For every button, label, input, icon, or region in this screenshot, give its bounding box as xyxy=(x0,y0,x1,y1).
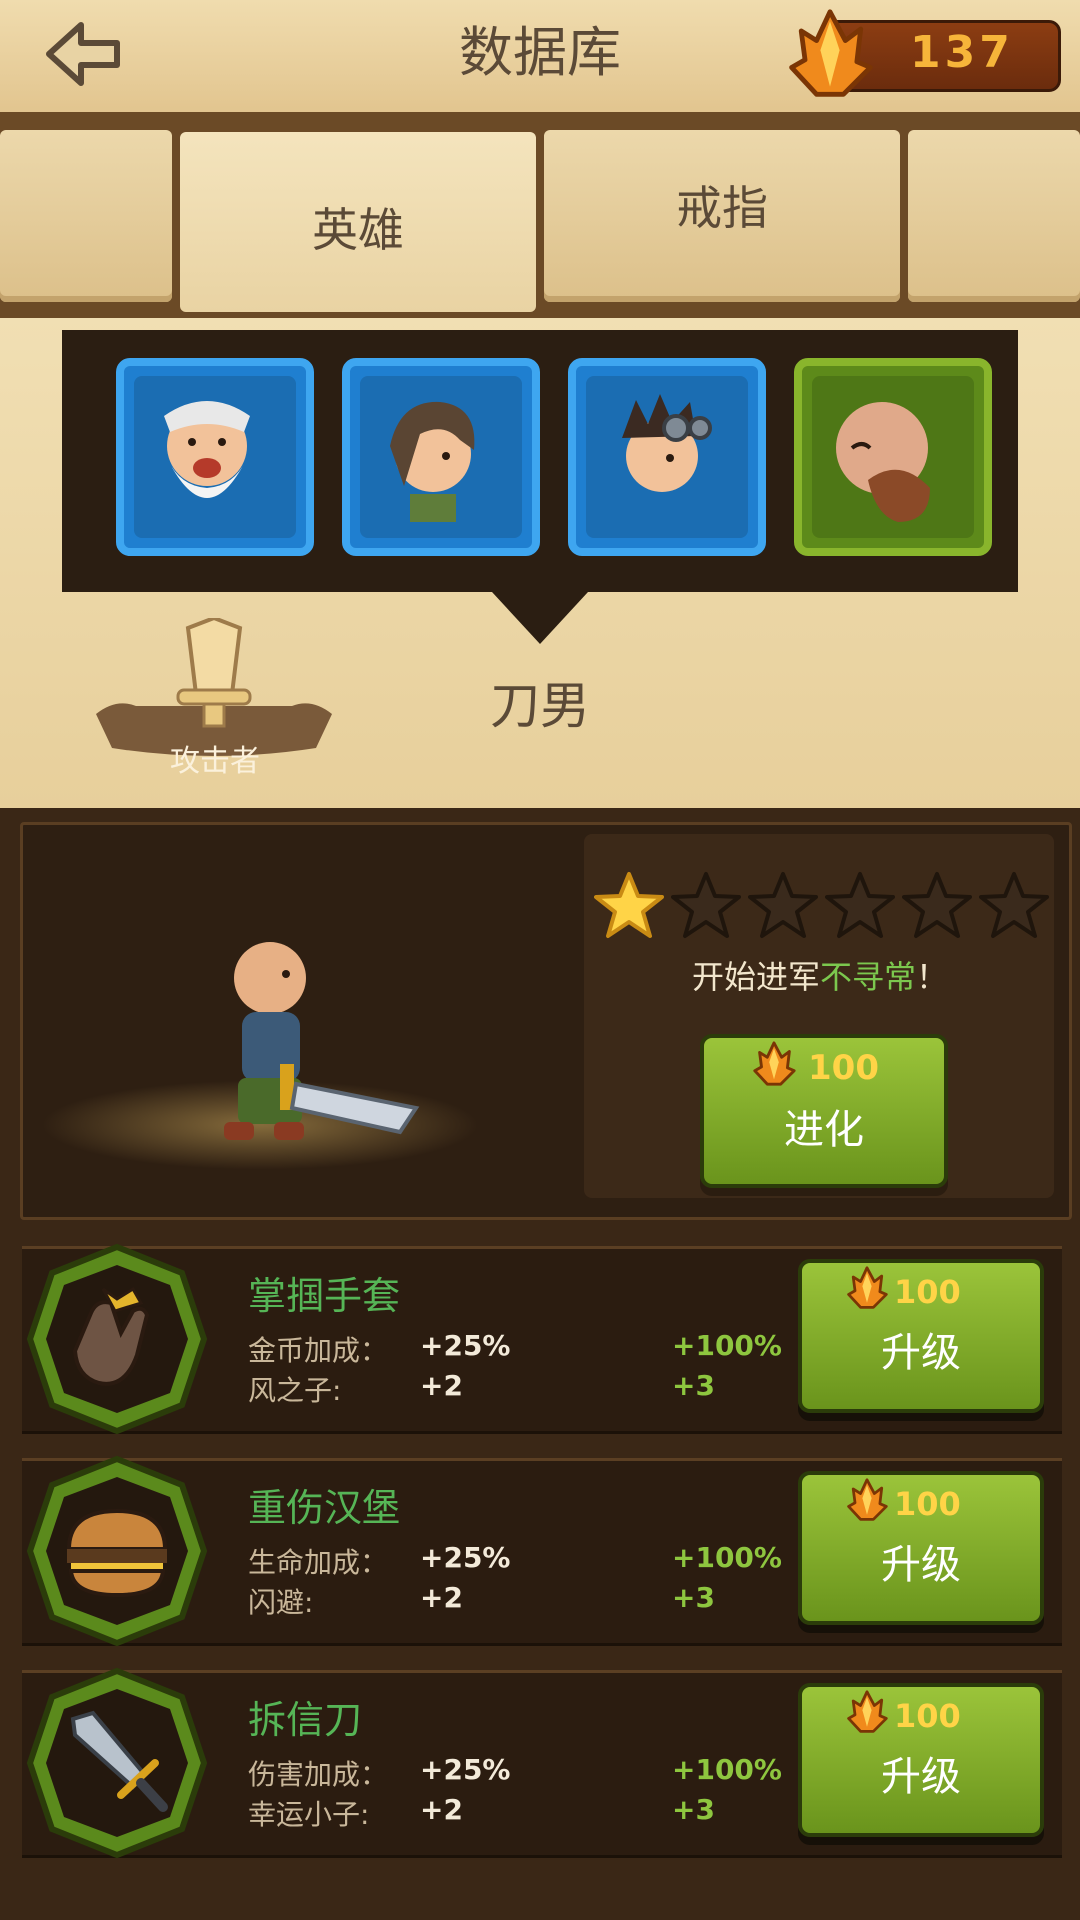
tab-bar: 英雄 戒指 xyxy=(0,120,1080,318)
item-icon-frame xyxy=(26,1455,208,1647)
stat-current-value: +2 xyxy=(420,1369,463,1402)
stat-next-value: +100% xyxy=(672,1753,782,1786)
stat-current-value: +25% xyxy=(420,1329,511,1362)
item-row: 掌掴手套金币加成： +25% +100% 风之子: +2 +3 100 升级 xyxy=(22,1243,1062,1435)
stat-label: 风之子: xyxy=(248,1374,342,1407)
item-row: 重伤汉堡生命加成： +25% +100% 闪避: +2 +3 100 升级 xyxy=(22,1455,1062,1647)
stat-label: 生命加成： xyxy=(248,1546,389,1579)
hero-portrait-strip[interactable] xyxy=(62,330,1018,592)
stat-current-value: +2 xyxy=(420,1793,463,1826)
upgrade-cost: 100 xyxy=(894,1485,961,1523)
crystal-icon xyxy=(847,1478,888,1521)
evolve-button-label: 进化 xyxy=(784,1107,864,1153)
crystal-icon xyxy=(753,1041,796,1086)
crystal-icon xyxy=(847,1690,888,1733)
stat-label: 金币加成： xyxy=(248,1334,389,1367)
tab-prev[interactable] xyxy=(0,130,172,302)
upgrade-button-label: 升级 xyxy=(881,1754,961,1800)
role-label: 攻击者 xyxy=(170,744,260,779)
upgrade-button-label: 升级 xyxy=(881,1330,961,1376)
star-filled-icon xyxy=(594,872,664,938)
stat-label: 伤害加成： xyxy=(248,1758,389,1791)
stat-next-value: +100% xyxy=(672,1541,782,1574)
tab-rings-label: 戒指 xyxy=(676,181,768,235)
stat-current-value: +2 xyxy=(420,1581,463,1614)
star-empty-icon xyxy=(979,872,1049,938)
item-icon-frame xyxy=(26,1243,208,1435)
tab-next[interactable] xyxy=(908,130,1080,302)
hero-name: 刀男 xyxy=(490,677,590,735)
page-title: 数据库 xyxy=(459,21,621,84)
stat-next-value: +3 xyxy=(672,1793,715,1826)
star-empty-icon xyxy=(748,872,818,938)
burger-icon xyxy=(66,1508,168,1598)
stat-current-value: +25% xyxy=(420,1541,511,1574)
item-icon-frame xyxy=(26,1667,208,1859)
tab-heroes-label: 英雄 xyxy=(312,203,404,257)
evolve-cost: 100 xyxy=(808,1048,879,1088)
girl-hero-portrait xyxy=(390,401,475,522)
selection-pointer xyxy=(492,592,588,644)
tab-rings[interactable]: 戒指 xyxy=(544,130,900,302)
item-name: 拆信刀 xyxy=(248,1698,363,1742)
upgrade-button-label: 升级 xyxy=(881,1542,961,1588)
star-empty-icon xyxy=(825,872,895,938)
hero-portrait-1[interactable] xyxy=(116,358,314,556)
back-arrow-icon xyxy=(46,22,120,86)
item-name: 重伤汉堡 xyxy=(248,1486,401,1530)
upgrade-cost: 100 xyxy=(894,1697,961,1735)
back-button[interactable] xyxy=(38,14,128,94)
item-row: 拆信刀伤害加成： +25% +100% 幸运小子: +2 +3 100 升级 xyxy=(22,1667,1062,1859)
evolve-message: 开始进军不寻常！ xyxy=(691,958,949,996)
stat-next-value: +3 xyxy=(672,1581,715,1614)
upgrade-cost: 100 xyxy=(894,1273,961,1311)
stat-next-value: +100% xyxy=(672,1329,782,1362)
hero-portrait-2[interactable] xyxy=(342,358,540,556)
stat-next-value: +3 xyxy=(672,1369,715,1402)
crystal-icon xyxy=(847,1266,888,1309)
stat-label: 闪避: xyxy=(248,1586,314,1619)
item-name: 掌掴手套 xyxy=(248,1274,401,1318)
hero-sprite xyxy=(224,942,420,1140)
hero-portrait-4[interactable] xyxy=(794,358,992,556)
crystal-icon xyxy=(789,9,873,97)
old-bearded-hero-portrait xyxy=(164,401,250,498)
stat-current-value: +25% xyxy=(420,1753,511,1786)
hero-portrait-3[interactable] xyxy=(568,358,766,556)
mustache-hero-portrait xyxy=(836,402,930,522)
star-empty-icon xyxy=(671,872,741,938)
goggles-hero-portrait xyxy=(622,394,712,492)
tab-heroes[interactable]: 英雄 xyxy=(180,132,536,312)
crystal-count: 137 xyxy=(910,27,1014,78)
stat-label: 幸运小子: xyxy=(248,1798,370,1831)
star-empty-icon xyxy=(902,872,972,938)
